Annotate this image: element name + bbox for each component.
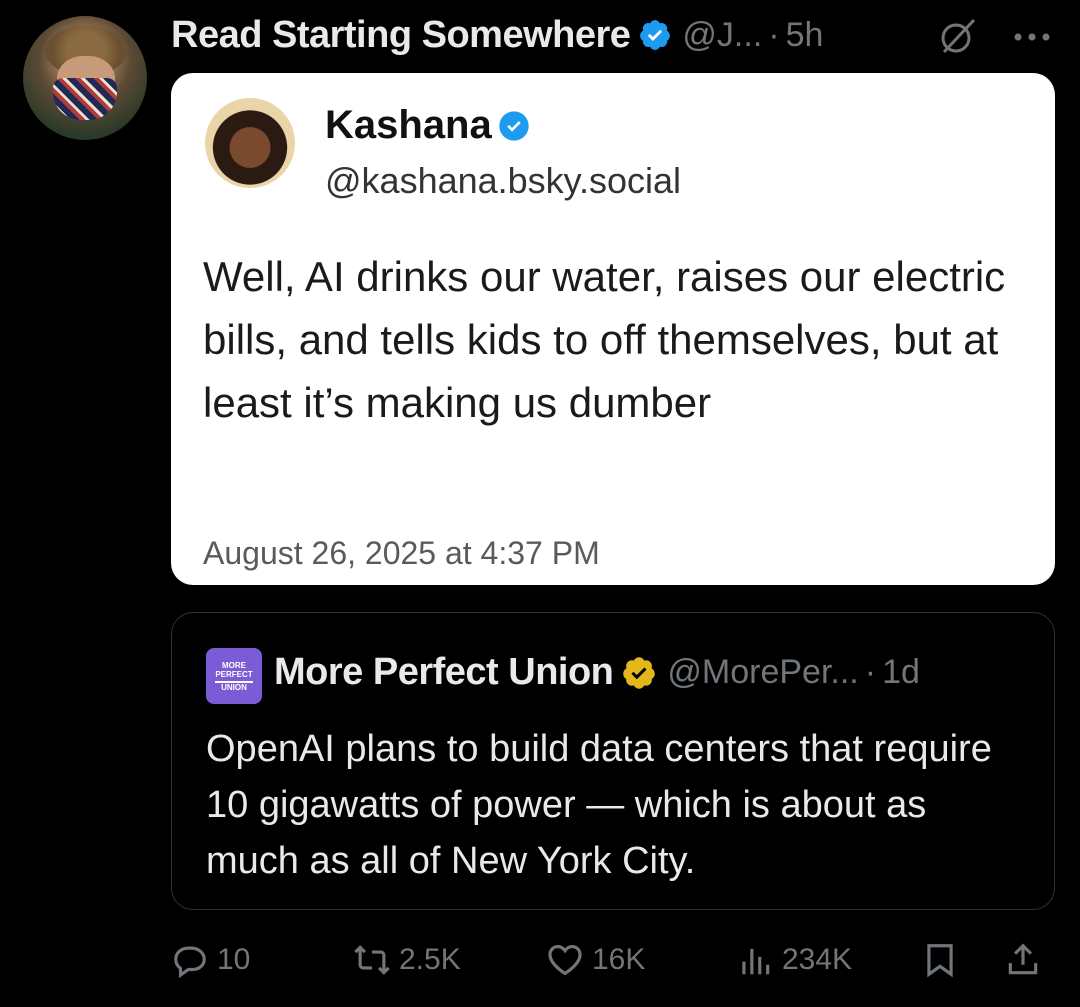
logo-line: MORE [222,660,246,670]
quoted-author-name[interactable]: More Perfect Union [274,651,614,694]
logo-line: PERFECT [215,669,253,679]
kashana-post-date: August 26, 2025 at 4:37 PM [203,535,600,571]
kashana-avatar [205,98,295,188]
bookmark-button[interactable] [921,935,967,985]
screenshot-image[interactable]: Kashana @kashana.bsky.social Well, AI dr… [171,73,1055,585]
kashana-name: Kashana [325,103,492,147]
more-icon[interactable] [1012,30,1052,44]
views-icon [742,948,770,975]
more-perfect-union-logo: MORE PERFECT UNION [206,648,262,704]
reply-count: 10 [217,943,251,976]
repost-icon [354,945,390,975]
verified-badge-icon [499,110,529,141]
quoted-post[interactable]: MORE PERFECT UNION More Perfect Union @M… [171,612,1055,910]
kashana-handle: @kashana.bsky.social [325,160,682,201]
logo-line: UNION [221,682,247,692]
share-icon [1008,943,1038,975]
kashana-name-row: Kashana [325,103,530,148]
share-button[interactable] [1004,935,1050,985]
repost-button[interactable]: 2.5K [353,935,461,985]
grok-icon[interactable] [938,16,978,56]
post-time[interactable]: 5h [786,16,824,55]
author-handle[interactable]: @J... [682,16,762,55]
like-icon [548,944,582,976]
views-button[interactable]: 234K [736,935,852,985]
quoted-post-text: OpenAI plans to build data centers that … [206,728,992,882]
like-button[interactable]: 16K [546,935,645,985]
author-name[interactable]: Read Starting Somewhere [171,14,631,57]
reply-icon [174,946,206,979]
quoted-post-time[interactable]: 1d [882,653,920,692]
author-avatar[interactable] [23,16,147,140]
verified-badge-icon [640,20,671,50]
quoted-author-handle[interactable]: @MorePer... [667,653,858,692]
repost-count: 2.5K [399,943,461,976]
gold-verified-badge-icon [623,656,656,689]
views-count: 234K [782,943,853,976]
action-bar: 10 2.5K 16K 234K [171,935,1051,985]
bookmark-icon [927,944,953,978]
separator-dot: · [864,653,877,691]
reply-button[interactable]: 10 [171,935,250,985]
like-count: 16K [592,943,646,976]
kashana-post-text: Well, AI drinks our water, raises our el… [203,253,1006,426]
quoted-post-header: More Perfect Union @MorePer... · 1d [274,651,920,694]
post-header: Read Starting Somewhere @J... · 5h [171,10,1060,60]
separator-dot: · [768,15,780,54]
